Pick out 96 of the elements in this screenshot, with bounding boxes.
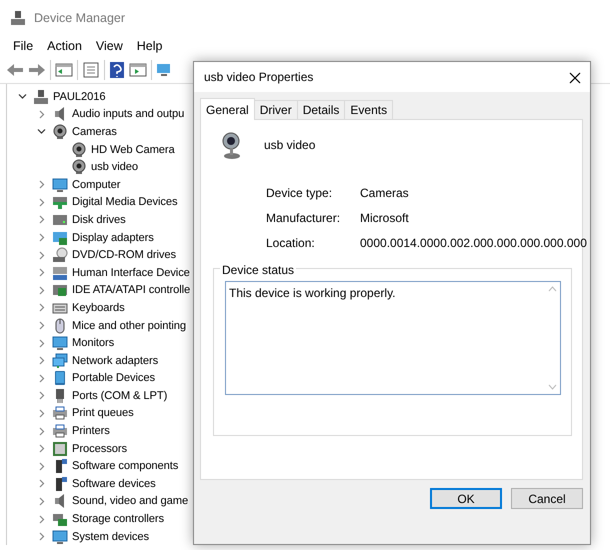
display-adapter-icon (52, 230, 68, 246)
tree-item[interactable]: Digital Media Devices (72, 194, 178, 210)
close-icon (569, 72, 581, 84)
expand-icon[interactable] (36, 391, 46, 400)
media-device-icon (52, 194, 68, 210)
storage-controller-icon (52, 511, 68, 528)
tree-item[interactable]: Software devices (72, 476, 156, 492)
expand-icon[interactable] (36, 444, 46, 454)
menu-item[interactable]: View (88, 36, 130, 56)
expand-icon[interactable] (36, 250, 46, 260)
tab[interactable]: General (200, 98, 255, 120)
tree-item[interactable]: Keyboards (72, 300, 125, 316)
expand-icon[interactable] (36, 180, 46, 190)
expand-icon[interactable] (36, 426, 46, 436)
monitor-icon[interactable] (156, 62, 170, 78)
tree-item[interactable]: usb video (91, 159, 138, 176)
expand-icon[interactable] (36, 233, 46, 242)
expand-icon[interactable] (36, 514, 46, 524)
processor-icon (52, 440, 68, 457)
disc-drive-icon (52, 247, 68, 264)
tree-item[interactable]: PAUL2016 (53, 88, 106, 105)
tree-item[interactable]: HD Web Camera (91, 142, 175, 158)
expand-icon[interactable] (36, 321, 46, 330)
scroll-down-icon[interactable] (548, 384, 556, 390)
dialog-title: usb video Properties (204, 69, 314, 86)
device-manager-icon (33, 88, 49, 105)
expand-icon[interactable] (36, 303, 46, 312)
collapse-icon[interactable] (36, 127, 46, 136)
tab[interactable]: Events (344, 100, 394, 119)
back-icon[interactable] (6, 62, 24, 78)
tree-item[interactable]: DVD/CD-ROM drives (72, 247, 176, 264)
property-label: Device type: (266, 185, 334, 202)
expand-icon[interactable] (36, 198, 46, 207)
forward-icon[interactable] (28, 62, 46, 78)
status-text: This device is working properly. (228, 285, 397, 302)
tree-item[interactable]: Sound, video and game (72, 493, 188, 510)
expand-icon[interactable] (36, 268, 46, 278)
device-manager-icon (10, 10, 26, 26)
scroll-up-icon[interactable] (548, 286, 556, 292)
printer-icon (52, 405, 68, 422)
cancel-button[interactable]: Cancel (511, 488, 583, 509)
action-pane-icon[interactable] (129, 62, 147, 78)
tree-item[interactable]: Print queues (72, 405, 134, 422)
collapse-icon[interactable] (18, 92, 26, 102)
property-label: Location: (266, 235, 316, 252)
expand-icon[interactable] (36, 356, 46, 366)
menu-item[interactable]: Help (130, 36, 170, 56)
monitor-icon (52, 335, 68, 352)
property-value: 0000.0014.0000.002.000.000.000.000.000 (360, 235, 587, 252)
tree-item[interactable]: Mice and other pointing (72, 318, 186, 334)
device-name: usb video (264, 137, 316, 154)
tree-item[interactable]: Monitors (72, 335, 114, 352)
tree-item[interactable]: Cameras (72, 124, 117, 140)
expand-icon[interactable] (36, 496, 46, 506)
tree-item[interactable]: System devices (72, 528, 149, 545)
expand-icon[interactable] (36, 374, 46, 383)
webcam-icon (221, 130, 243, 160)
expand-icon[interactable] (36, 532, 46, 542)
expand-icon[interactable] (36, 110, 46, 119)
tree-item[interactable]: Human Interface Device (72, 264, 190, 281)
printer-icon (52, 423, 68, 440)
tree-item[interactable]: Printers (72, 423, 110, 440)
tree-item[interactable]: Portable Devices (72, 370, 155, 386)
tree-item[interactable]: Ports (COM & LPT) (72, 388, 168, 404)
property-value: Cameras (360, 185, 410, 202)
expand-icon[interactable] (36, 286, 46, 295)
webcam-icon (71, 159, 87, 176)
tree-item[interactable]: Audio inputs and outpu (72, 106, 184, 122)
ok-button[interactable]: OK (430, 488, 502, 509)
menu-item[interactable]: Action (40, 36, 89, 56)
property-label: Manufacturer: (266, 210, 342, 227)
properties-icon[interactable] (82, 62, 100, 78)
network-icon (52, 352, 68, 369)
tree-item[interactable]: Computer (72, 176, 120, 193)
property-value: Microsoft (360, 210, 410, 227)
tree-item[interactable]: Disk drives (72, 212, 126, 228)
window-title: Device Manager (34, 10, 126, 27)
expand-icon[interactable] (36, 408, 46, 418)
tree-item[interactable]: IDE ATA/ATAPI controlle (72, 282, 190, 298)
expand-icon[interactable] (36, 215, 46, 224)
tree-item[interactable]: Display adapters (72, 230, 154, 246)
expand-icon[interactable] (36, 479, 46, 488)
menu-item[interactable]: File (6, 36, 40, 56)
tree-item[interactable]: Software components (72, 458, 178, 474)
expand-icon[interactable] (36, 462, 46, 471)
expand-icon[interactable] (36, 338, 46, 348)
tree-item[interactable]: Storage controllers (72, 511, 164, 528)
console-tree-icon[interactable] (55, 62, 73, 78)
portable-device-icon (52, 370, 68, 386)
help-icon[interactable] (109, 60, 125, 78)
tree-item[interactable]: Processors (72, 440, 127, 457)
monitor-icon (52, 528, 68, 545)
tree-item[interactable]: Network adapters (72, 352, 158, 369)
monitor-icon (52, 176, 68, 193)
webcam-icon (52, 124, 68, 140)
webcam-icon (71, 142, 87, 158)
